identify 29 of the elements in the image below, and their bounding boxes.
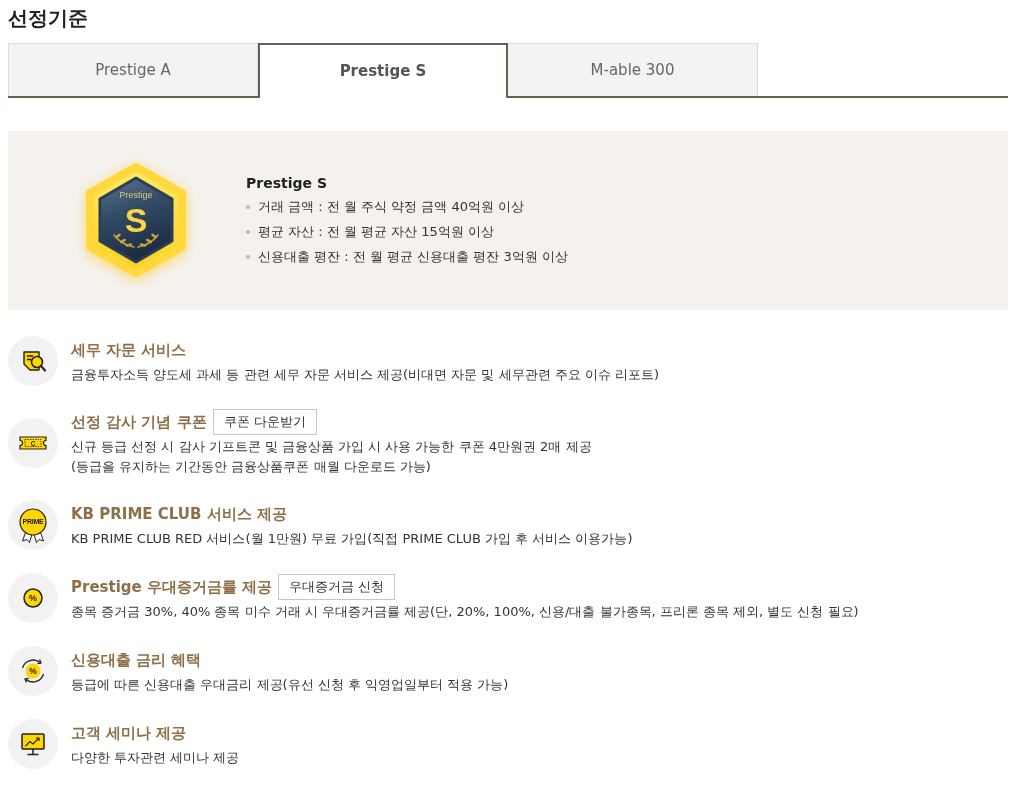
percent-icon: % [8, 573, 58, 623]
benefit-description: 등급에 따른 신용대출 우대금리 제공(유선 신청 후 익영업일부터 적용 가능) [71, 676, 509, 694]
benefit-description: 다양한 투자관련 세미나 제공 [71, 749, 240, 767]
benefit-description: 종목 증거금 30%, 40% 종목 미수 거래 시 우대증거금률 제공(단, 20%, 100%, 신용/대출 불가종목, 프리론 종목 제외, 별도 신청 필요) [71, 603, 859, 621]
benefit-title: 세무 자문 서비스 [71, 340, 187, 361]
benefit-title: KB PRIME CLUB 서비스 제공 [71, 504, 287, 525]
benefit-description: 신규 등급 선정 시 감사 기프트콘 및 금융상품 가입 시 사용 가능한 쿠폰 4만원권 2매 제공 (등급을 유지하는 기간동안 금융상품쿠폰 매월 다운로드 가능) [71, 438, 592, 476]
benefit-title: 신용대출 금리 혜택 [71, 650, 202, 671]
benefit-title: 선정 감사 기념 쿠폰 [71, 412, 207, 433]
criteria-text: 평균 자산 : 전 월 평균 자산 15억원 이상 [258, 223, 494, 241]
document-magnifier-icon [8, 336, 58, 386]
grade-tab[interactable]: M-able 300 [508, 43, 758, 96]
grade-tab[interactable]: Prestige A [8, 43, 258, 96]
grade-name: Prestige S [246, 174, 328, 193]
benefit-description: KB PRIME CLUB RED 서비스(월 1만원) 무료 가입(직접 PRIME CLUB 가입 후 서비스 이용가능) [71, 530, 633, 548]
benefit-description: 금융투자소득 양도세 과세 등 관련 세무 자문 서비스 제공(비대면 자문 및 세무관련 주요 이슈 리포트) [71, 366, 659, 384]
chart-monitor-icon [8, 719, 58, 769]
benefit-title: 고객 세미나 제공 [71, 723, 187, 744]
criteria-text: 거래 금액 : 전 월 주식 약정 금액 40억원 이상 [258, 198, 525, 216]
page-title: 선정기준 [8, 5, 89, 32]
bullet-icon [246, 254, 250, 259]
grade-tab[interactable]: Prestige S [258, 43, 508, 98]
benefit-title: Prestige 우대증거금률 제공 [71, 577, 273, 598]
bullet-icon [246, 204, 250, 209]
download-coupon-button[interactable]: 쿠폰 다운받기 [212, 409, 317, 435]
bullet-icon [246, 229, 250, 234]
percent-cycle-icon: % [8, 646, 58, 696]
apply-button[interactable]: 우대증거금 신청 [278, 574, 396, 600]
criteria-text: 신용대출 평잔 : 전 월 평균 신용대출 평잔 3억원 이상 [258, 248, 568, 266]
